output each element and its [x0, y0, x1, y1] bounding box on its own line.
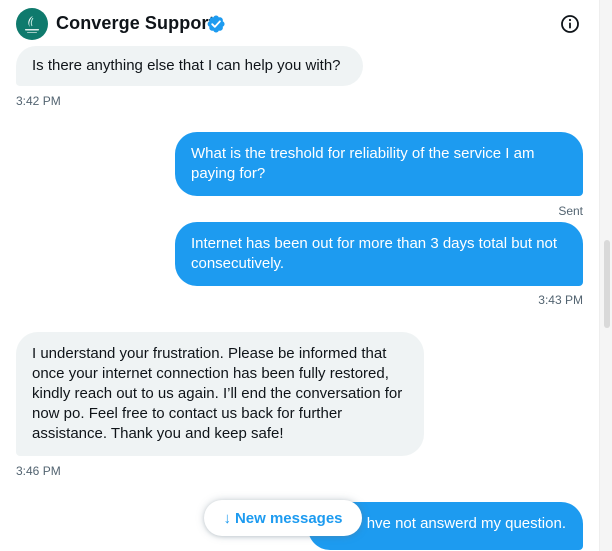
conversation-header: Converge Support: [0, 0, 600, 46]
new-messages-label: New messages: [234, 509, 343, 527]
new-messages-button[interactable]: ↓ New messages: [204, 500, 362, 536]
message-timestamp: 3:42 PM: [16, 94, 61, 108]
message-status: Sent: [558, 204, 583, 218]
incoming-message[interactable]: Is there anything else that I can help y…: [16, 46, 363, 86]
incoming-message[interactable]: I understand your frustration. Please be…: [16, 332, 424, 456]
outgoing-message[interactable]: What is the treshold for reliability of …: [175, 132, 583, 196]
converge-logo-icon: [25, 16, 39, 33]
message-timestamp: 3:46 PM: [16, 464, 61, 478]
avatar[interactable]: [16, 8, 48, 40]
outgoing-message[interactable]: Internet has been out for more than 3 da…: [175, 222, 583, 286]
message-timestamp: 3:43 PM: [538, 293, 583, 307]
scrollbar[interactable]: [599, 0, 612, 551]
arrow-down-icon: ↓: [223, 509, 231, 527]
info-icon[interactable]: [560, 14, 580, 34]
page-title: Converge Support: [56, 13, 215, 33]
verified-badge-icon: [207, 15, 225, 33]
scrollbar-thumb[interactable]: [604, 240, 610, 328]
